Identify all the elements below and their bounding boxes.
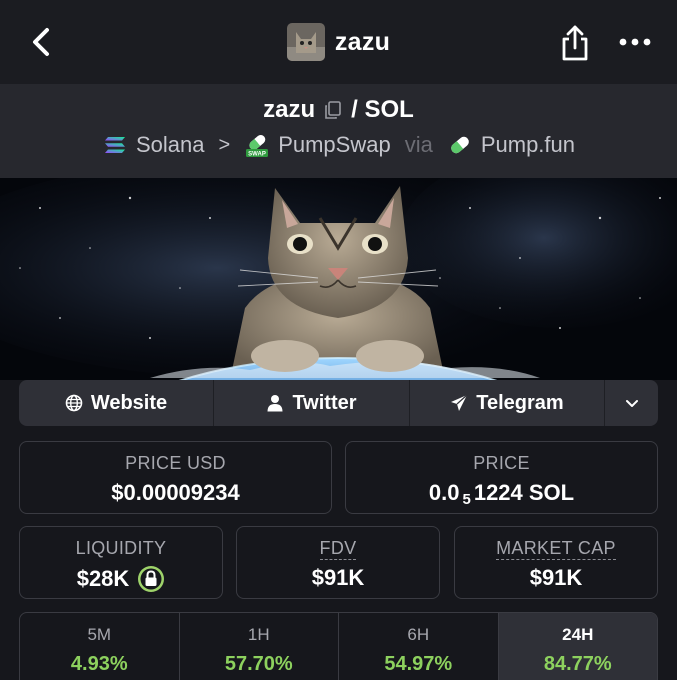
chain-link[interactable]: Solana	[136, 132, 205, 158]
liquidity-value: $28K	[20, 565, 222, 593]
tab-change-value: 54.97%	[384, 653, 453, 675]
price-usd-value: $0.00009234	[111, 480, 240, 505]
price-usd-label: PRICE USD	[125, 453, 226, 473]
liquidity-card: LIQUIDITY $28K	[19, 526, 223, 599]
price-native-value: 0.0 5 1224 SOL	[428, 480, 575, 508]
pumpfun-pill-icon	[450, 136, 469, 154]
lock-icon[interactable]	[137, 565, 165, 593]
tab-label: 6H	[407, 625, 430, 644]
price-usd-card: PRICE USD $0.00009234	[19, 441, 332, 514]
tab-6h[interactable]: 6H 54.97%	[339, 613, 499, 680]
paper-plane-icon	[451, 394, 468, 411]
app-title: zazu	[334, 27, 391, 56]
tab-label: 5M	[87, 625, 112, 644]
copy-icon[interactable]	[323, 100, 343, 120]
token-avatar	[286, 23, 325, 61]
via-label: via	[404, 132, 433, 157]
liquidity-label: LIQUIDITY	[75, 538, 167, 558]
share-button[interactable]	[560, 24, 590, 62]
more-links-dropdown[interactable]	[605, 380, 658, 426]
fdv-value: $91K	[311, 565, 365, 590]
top-bar: zazu	[0, 0, 677, 84]
svg-text:SWAP: SWAP	[248, 152, 266, 158]
website-button[interactable]: Website	[19, 380, 214, 426]
share-icon	[562, 25, 588, 61]
fdv-label: FDV	[319, 538, 357, 560]
token-banner-image	[0, 178, 677, 380]
market-cap-value: $91K	[529, 565, 583, 590]
pair-header: zazu / SOL Solana > SWAP PumpSwap via Pu…	[0, 84, 677, 178]
website-label: Website	[90, 391, 168, 414]
more-button[interactable]	[618, 34, 652, 50]
chevron-right-icon: >	[218, 133, 231, 156]
twitter-label: Twitter	[292, 391, 357, 414]
fdv-card: FDV $91K	[236, 526, 440, 599]
price-change-tabs: 5M 4.93% 1H 57.70% 6H 54.97% 24H 84.77%	[19, 612, 658, 680]
market-cap-card: MARKET CAP $91K	[454, 526, 658, 599]
tab-24h[interactable]: 24H 84.77%	[498, 613, 657, 680]
quote-symbol: / SOL	[351, 96, 414, 123]
price-native-label: PRICE	[473, 453, 530, 473]
tab-5m[interactable]: 5M 4.93%	[20, 613, 180, 680]
pair-title: zazu / SOL	[0, 96, 677, 124]
breadcrumb: Solana > SWAP PumpSwap via Pump.fun	[0, 132, 677, 158]
more-dots-icon	[619, 38, 651, 46]
tab-change-value: 84.77%	[543, 653, 612, 675]
launchpad-link[interactable]: Pump.fun	[481, 132, 575, 158]
price-native-card: PRICE 0.0 5 1224 SOL	[345, 441, 658, 514]
chevron-down-icon	[625, 400, 638, 407]
social-links-bar: Website Twitter Telegram	[19, 380, 658, 426]
solana-icon	[104, 137, 125, 153]
pumpswap-icon: SWAP	[246, 134, 269, 158]
user-icon	[267, 395, 283, 412]
telegram-button[interactable]: Telegram	[410, 380, 605, 426]
tab-label: 1H	[247, 625, 270, 644]
market-cap-label: MARKET CAP	[496, 538, 616, 560]
base-symbol: zazu	[263, 96, 316, 123]
twitter-button[interactable]: Twitter	[214, 380, 410, 426]
globe-icon	[65, 394, 83, 412]
tab-change-value: 4.93%	[70, 653, 128, 675]
dex-link[interactable]: PumpSwap	[278, 132, 391, 158]
telegram-label: Telegram	[476, 391, 564, 414]
tab-label: 24H	[562, 625, 594, 644]
tab-1h[interactable]: 1H 57.70%	[180, 613, 339, 680]
tab-change-value: 57.70%	[224, 653, 293, 675]
